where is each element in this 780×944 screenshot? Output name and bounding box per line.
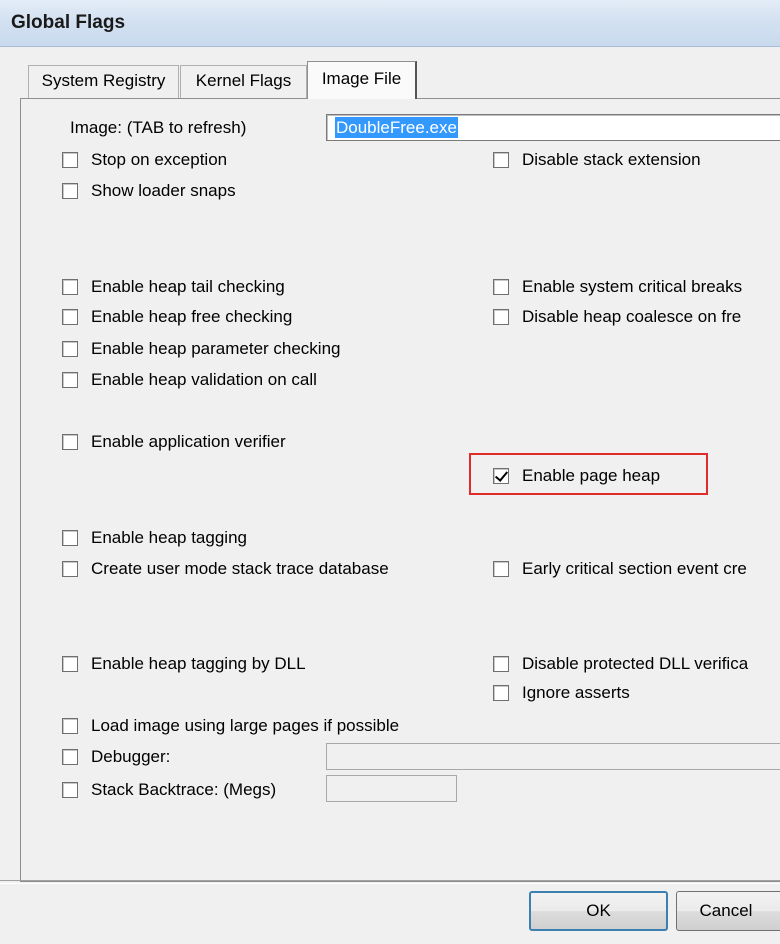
ok-button[interactable]: OK [529, 891, 668, 931]
checkbox-label: Enable heap tail checking [91, 277, 285, 296]
image-label: Image: (TAB to refresh) [70, 118, 247, 137]
checkbox-label: Load image using large pages if possible [91, 716, 400, 735]
tab-system-registry[interactable]: System Registry [28, 65, 179, 98]
user-mode-stack-trace-checkbox[interactable]: Create user mode stack trace database [62, 558, 389, 580]
stack-backtrace-input[interactable] [326, 775, 457, 802]
tab-kernel-flags[interactable]: Kernel Flags [180, 65, 307, 98]
checkbox-label: Enable heap parameter checking [91, 339, 341, 358]
checkbox-box[interactable] [62, 530, 78, 546]
show-loader-snaps-checkbox[interactable]: Show loader snaps [62, 180, 236, 202]
window-title: Global Flags [11, 12, 126, 33]
checkbox-label: Stack Backtrace: (Megs) [91, 780, 277, 799]
checkbox-box[interactable] [62, 434, 78, 450]
stop-on-exception-checkbox[interactable]: Stop on exception [62, 149, 227, 171]
checkbox-label: Enable application verifier [91, 432, 286, 451]
image-input-value: DoubleFree.exe [335, 117, 458, 138]
checkbox-box[interactable] [62, 782, 78, 798]
checkbox-box[interactable] [62, 372, 78, 388]
checkbox-label: Stop on exception [91, 150, 228, 169]
checkbox-label: Disable protected DLL verifica [522, 654, 749, 673]
global-flags-dialog: Global Flags System Registry Kernel Flag… [0, 0, 780, 944]
checkbox-box[interactable] [62, 341, 78, 357]
checkbox-box[interactable] [62, 718, 78, 734]
heap-tagging-by-dll-checkbox[interactable]: Enable heap tagging by DLL [62, 653, 306, 675]
checkbox-box[interactable] [493, 152, 509, 168]
checkbox-box[interactable] [62, 561, 78, 577]
title-bar[interactable]: Global Flags [0, 0, 780, 47]
checkbox-box[interactable] [493, 656, 509, 672]
page-heap-highlight [469, 453, 708, 495]
footer-separator [0, 880, 780, 884]
ok-button-label: OK [586, 901, 611, 920]
checkbox-label: Enable heap free checking [91, 307, 293, 326]
checkbox-label: Create user mode stack trace database [91, 559, 389, 578]
checkbox-label: Early critical section event cre [522, 559, 747, 578]
checkbox-box[interactable] [493, 685, 509, 701]
checkbox-box[interactable] [493, 279, 509, 295]
heap-free-checking-checkbox[interactable]: Enable heap free checking [62, 306, 292, 328]
checkbox-label: Enable heap validation on call [91, 370, 317, 389]
disable-stack-extension-checkbox[interactable]: Disable stack extension [493, 149, 701, 171]
debugger-input[interactable] [326, 743, 780, 770]
heap-tail-checking-checkbox[interactable]: Enable heap tail checking [62, 276, 285, 298]
stack-backtrace-checkbox[interactable]: Stack Backtrace: (Megs) [62, 779, 276, 801]
tab-image-file[interactable]: Image File [307, 61, 417, 99]
checkbox-box[interactable] [62, 152, 78, 168]
checkbox-label: Disable heap coalesce on fre [522, 307, 742, 326]
checkbox-box[interactable] [62, 183, 78, 199]
cancel-button[interactable]: Cancel [676, 891, 780, 931]
heap-tagging-checkbox[interactable]: Enable heap tagging [62, 527, 247, 549]
disable-protected-dll-checkbox[interactable]: Disable protected DLL verifica [493, 653, 748, 675]
checkbox-box[interactable] [62, 309, 78, 325]
large-pages-checkbox[interactable]: Load image using large pages if possible [62, 715, 399, 737]
checkbox-label: Enable heap tagging by DLL [91, 654, 306, 673]
checkbox-label: Enable system critical breaks [522, 277, 743, 296]
ignore-asserts-checkbox[interactable]: Ignore asserts [493, 682, 630, 704]
application-verifier-checkbox[interactable]: Enable application verifier [62, 431, 286, 453]
checkbox-label: Disable stack extension [522, 150, 701, 169]
checkbox-box[interactable] [493, 309, 509, 325]
cancel-button-label: Cancel [699, 901, 753, 920]
checkbox-label: Enable heap tagging [91, 528, 247, 547]
disable-heap-coalesce-checkbox[interactable]: Disable heap coalesce on fre [493, 306, 741, 328]
system-critical-breaks-checkbox[interactable]: Enable system critical breaks [493, 276, 742, 298]
checkbox-label: Debugger: [91, 747, 171, 766]
image-input[interactable]: DoubleFree.exe [326, 114, 780, 141]
heap-parameter-checking-checkbox[interactable]: Enable heap parameter checking [62, 338, 341, 360]
early-critical-section-checkbox[interactable]: Early critical section event cre [493, 558, 747, 580]
checkbox-box[interactable] [493, 561, 509, 577]
checkbox-label: Ignore asserts [522, 683, 630, 702]
checkbox-box[interactable] [62, 279, 78, 295]
checkbox-box[interactable] [62, 749, 78, 765]
heap-validation-on-call-checkbox[interactable]: Enable heap validation on call [62, 369, 317, 391]
checkbox-label: Show loader snaps [91, 181, 236, 200]
debugger-checkbox[interactable]: Debugger: [62, 746, 170, 768]
checkbox-box[interactable] [62, 656, 78, 672]
